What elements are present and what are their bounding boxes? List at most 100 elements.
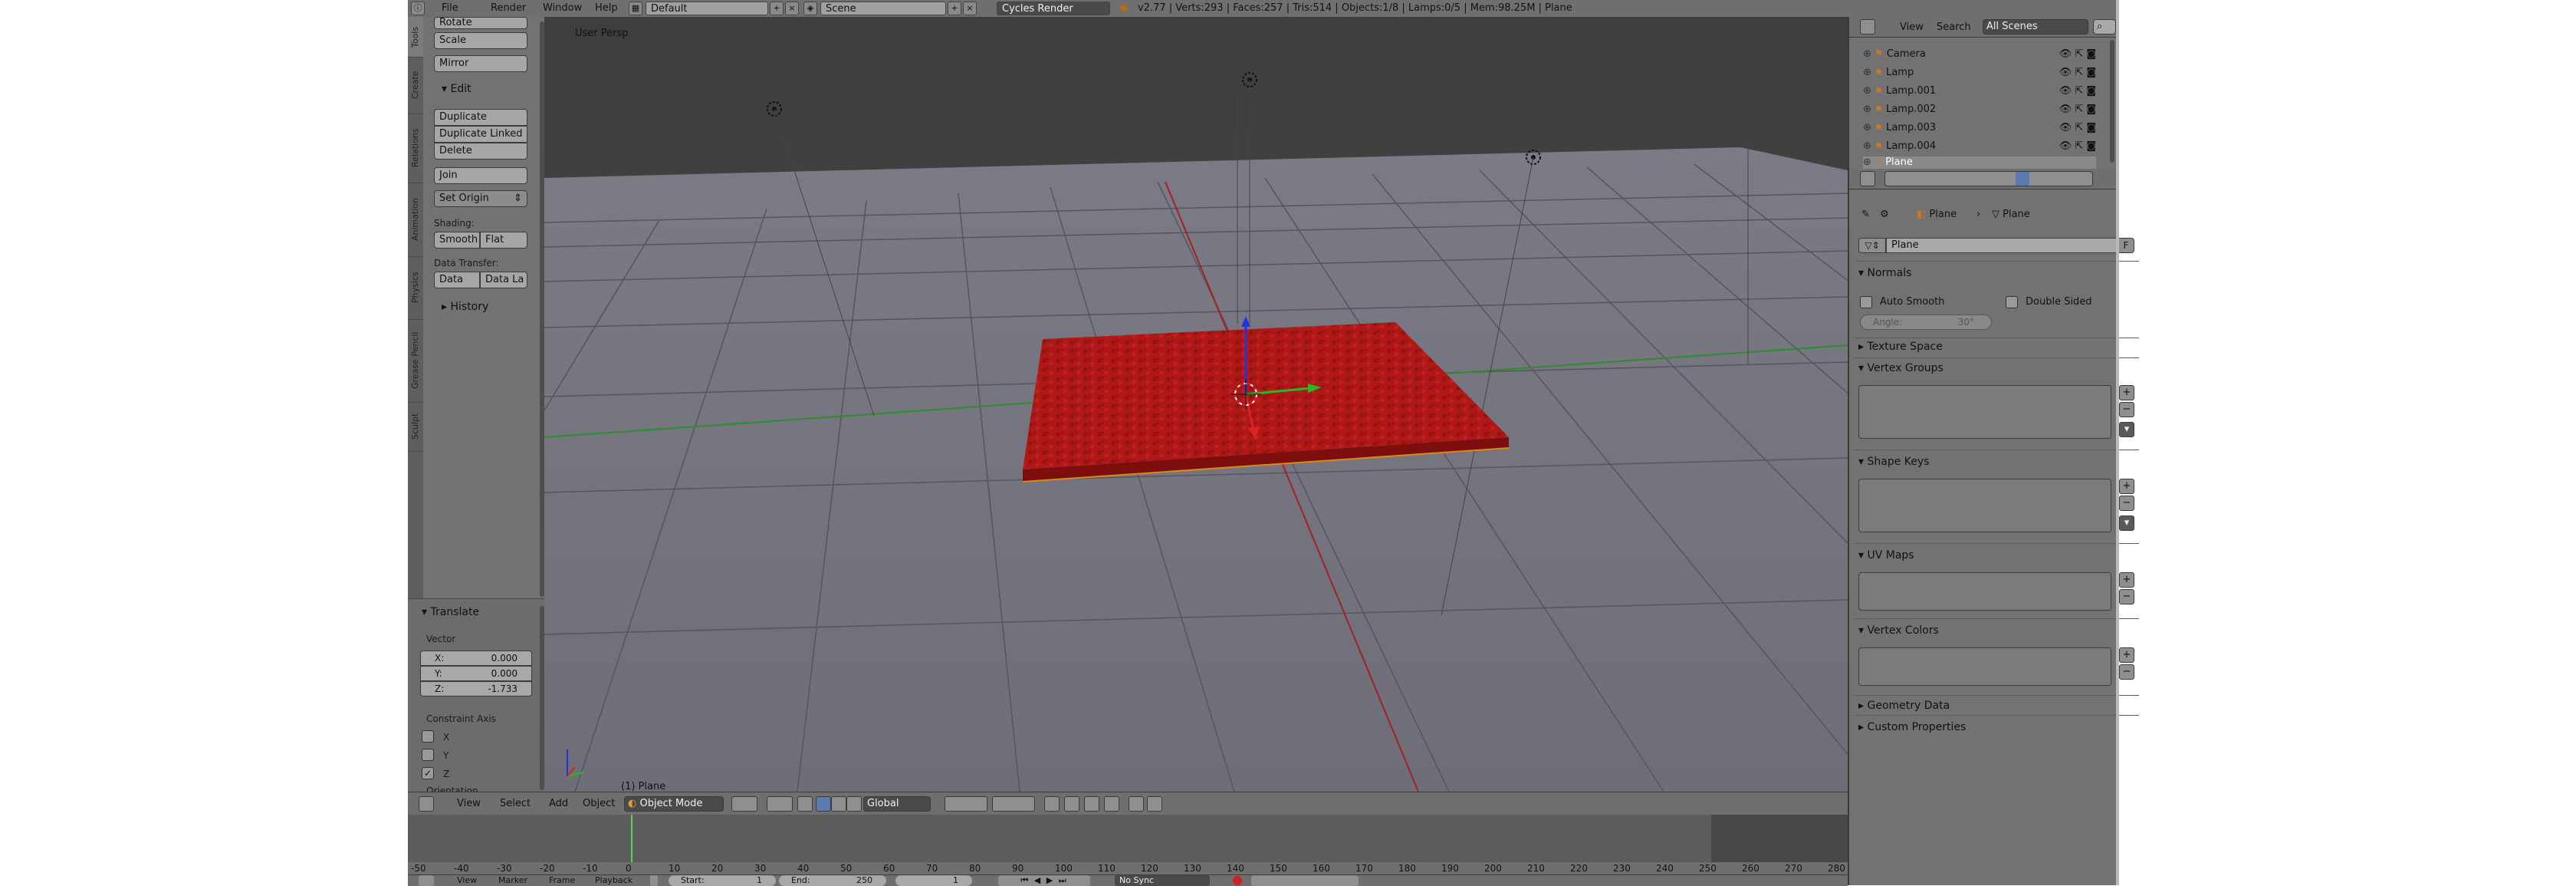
outliner-row-lamp[interactable]: ⊕ ✸ Lamp 👁 ⇱ ◙ (1863, 64, 2096, 81)
snap-element-icon[interactable] (1104, 796, 1119, 812)
proportional-edit-icon[interactable] (1064, 796, 1079, 812)
geometry-data-panel-header[interactable]: ▸ Geometry Data (1858, 700, 1950, 712)
constraint-y-checkbox[interactable] (422, 749, 434, 761)
tab-sculpt[interactable]: Sculpt (408, 402, 423, 452)
render-engine-select[interactable]: Cycles Render (997, 2, 1110, 15)
current-frame-field[interactable]: 1 (895, 875, 972, 886)
add-vertex-color-button[interactable]: + (2119, 647, 2134, 663)
3d-viewport[interactable]: User Persp (1) Plane (544, 17, 1848, 792)
delete-button[interactable]: Delete (434, 143, 527, 160)
visibility-icons[interactable]: 👁 ⇱ ◙ (2059, 64, 2096, 81)
tab-relations[interactable]: Relations (408, 114, 423, 183)
vertex-groups-list[interactable] (1858, 385, 2111, 439)
rotate-button[interactable]: Rotate (434, 17, 527, 29)
current-frame-indicator[interactable] (631, 815, 632, 862)
mesh-browse-button[interactable]: ▽⇕ (1858, 238, 1886, 253)
outliner-row-lamp-002[interactable]: ⊕ ✸ Lamp.002 👁 ⇱ ◙ (1863, 101, 2096, 118)
transform-orientation-select[interactable]: Global (863, 796, 931, 812)
screen-layout-field[interactable]: Default (646, 2, 768, 15)
mode-select[interactable]: ◐ Object Mode (624, 796, 724, 812)
outliner-row-lamp-001[interactable]: ⊕ ✸ Lamp.001 👁 ⇱ ◙ (1863, 83, 2096, 100)
mesh-data-tab-icon[interactable] (2016, 172, 2029, 186)
editor-type-icon[interactable] (419, 796, 434, 812)
translate-panel-header[interactable]: ▾ Translate (422, 606, 479, 618)
shape-keys-list[interactable] (1858, 479, 2111, 532)
info-editor-type-icon[interactable]: ⓘ (411, 2, 425, 15)
render-preview-icon[interactable] (1129, 796, 1144, 812)
duplicate-linked-button[interactable]: Duplicate Linked (434, 126, 527, 143)
timeline-menu-frame[interactable]: Frame (549, 875, 575, 886)
menu-render[interactable]: Render (491, 2, 526, 15)
visibility-icons[interactable]: 👁 ⇱ ◙ (2059, 138, 2096, 155)
outliner-row-camera[interactable]: ⊕ ⚑ Camera 👁 ⇱ ◙ (1863, 46, 2096, 63)
outliner-menu-view[interactable]: View (1900, 21, 1924, 33)
uv-maps-list[interactable] (1858, 572, 2111, 611)
edit-panel-header[interactable]: ▾ Edit (442, 83, 472, 95)
vector-y-field[interactable]: Y: 0.000 (420, 666, 532, 681)
properties-editor-type-icon[interactable] (1860, 171, 1875, 186)
history-panel-header[interactable]: ▸ History (442, 301, 488, 313)
add-screen-icon[interactable]: + (770, 2, 784, 15)
snap-icon[interactable] (1084, 796, 1099, 812)
visibility-icons[interactable]: 👁 ⇱ ◙ (2059, 46, 2096, 63)
vertex-colors-panel-header[interactable]: ▾ Vertex Colors (1858, 624, 1939, 637)
texture-space-panel-header[interactable]: ▸ Texture Space (1858, 341, 1943, 353)
scene-field[interactable]: Scene (820, 2, 946, 15)
scale-button[interactable]: Scale (434, 32, 527, 49)
tab-grease-pencil[interactable]: Grease Pencil (408, 319, 423, 403)
data-layout-transfer-button[interactable]: Data La (480, 272, 527, 288)
menu-add[interactable]: Add (549, 798, 568, 809)
constraint-z-checkbox[interactable]: ✓ (422, 767, 434, 779)
vector-x-field[interactable]: X: 0.000 (420, 651, 532, 666)
outliner-scrollbar[interactable] (2110, 40, 2114, 163)
constraint-x-checkbox[interactable] (422, 730, 434, 743)
data-transfer-button[interactable]: Data (434, 272, 480, 288)
tab-animation[interactable]: Animation (408, 183, 423, 257)
menu-view[interactable]: View (457, 798, 481, 809)
keying-set-field[interactable] (1251, 875, 1359, 886)
timeline-menu-playback[interactable]: Playback (595, 875, 632, 886)
add-vertex-group-button[interactable]: + (2119, 385, 2134, 400)
preview-range-icon[interactable] (650, 875, 658, 886)
smooth-shading-button[interactable]: Smooth (434, 232, 480, 249)
add-uv-map-button[interactable]: + (2119, 572, 2134, 588)
vertex-groups-panel-header[interactable]: ▾ Vertex Groups (1858, 362, 1944, 374)
vector-z-field[interactable]: Z: -1.733 (420, 681, 532, 697)
menu-window[interactable]: Window (543, 2, 582, 15)
pivot-point-icon[interactable] (767, 796, 793, 812)
flat-shading-button[interactable]: Flat (480, 232, 527, 249)
duplicate-button[interactable]: Duplicate (434, 109, 527, 126)
layers-a-icon[interactable] (945, 796, 987, 812)
outliner-editor-type-icon[interactable] (1860, 19, 1875, 35)
vertex-colors-list[interactable] (1858, 647, 2111, 686)
tab-create[interactable]: Create (408, 57, 423, 114)
menu-object[interactable]: Object (583, 798, 615, 809)
add-shape-key-button[interactable]: + (2119, 479, 2134, 494)
uv-maps-panel-header[interactable]: ▾ UV Maps (1858, 549, 1914, 562)
area-divider[interactable] (1848, 17, 1849, 885)
remove-uv-map-button[interactable]: − (2119, 589, 2134, 604)
visibility-icons[interactable]: 👁 ⇱ ◙ (2059, 101, 2096, 118)
pin-icon[interactable]: ✎ (1861, 209, 1870, 220)
render-animation-icon[interactable] (1147, 796, 1162, 812)
shape-keys-panel-header[interactable]: ▾ Shape Keys (1858, 456, 1929, 468)
remove-shape-key-button[interactable]: − (2119, 496, 2134, 511)
timeline[interactable] (408, 815, 1848, 862)
lock-camera-icon[interactable] (1044, 796, 1060, 812)
scene-icon[interactable]: ◈ (803, 2, 817, 15)
remove-screen-icon[interactable]: × (785, 2, 799, 15)
outliner-row-plane[interactable]: ⊕ ▽ Plane (1863, 156, 2096, 169)
display-mode-select[interactable]: All Scenes (1983, 19, 2088, 35)
remove-vertex-color-button[interactable]: − (2119, 664, 2134, 680)
start-frame-field[interactable]: Start: 1 (669, 875, 776, 886)
outliner-row-lamp-004[interactable]: ⊕ ✸ Lamp.004 👁 ⇱ ◙ (1863, 138, 2096, 155)
outliner-search-field[interactable]: ⌕ (2093, 19, 2116, 35)
remove-scene-icon[interactable]: × (963, 2, 977, 15)
viewport-shading-icon[interactable] (731, 796, 757, 812)
timeline-menu-marker[interactable]: Marker (498, 875, 527, 886)
timeline-editor-type-icon[interactable] (419, 875, 434, 886)
menu-select[interactable]: Select (500, 798, 531, 809)
mesh-name-field[interactable]: Plane (1886, 238, 2118, 253)
mirror-button[interactable]: Mirror (434, 55, 527, 72)
scale-manipulator-icon[interactable] (846, 796, 862, 812)
